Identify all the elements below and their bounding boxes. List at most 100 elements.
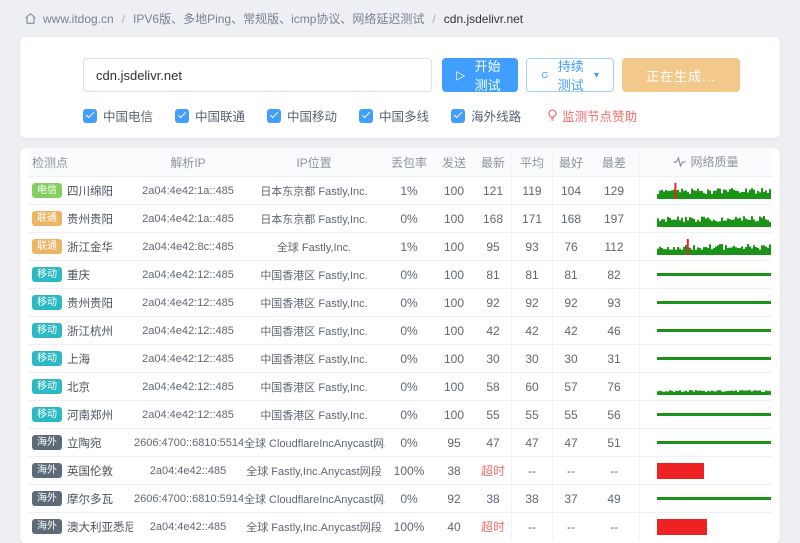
city-label: 浙江金华 — [67, 242, 113, 254]
continuous-test-button[interactable]: 持续测试 ▾ — [526, 58, 614, 92]
node-cell: 移动北京 — [28, 373, 133, 401]
latency-line — [657, 329, 771, 332]
sent-cell: 100 — [433, 401, 475, 429]
table-row: 移动贵州贵阳2a04:4e42:12::485中国香港区 Fastly,Inc.… — [28, 289, 772, 317]
loss-cell: 0% — [385, 401, 433, 429]
node-cell: 海外澳大利亚悉尼 — [28, 513, 133, 541]
quality-sparkline — [641, 374, 771, 399]
checkbox-label: 中国移动 — [287, 106, 337, 125]
table-row: 电信四川绵阳2a04:4e42:1a::485日本东京都 Fastly,Inc.… — [28, 177, 772, 205]
line-checkbox[interactable]: 海外线路 — [451, 106, 521, 125]
quality-sparkline — [641, 234, 771, 259]
line-checkbox[interactable]: 中国移动 — [267, 106, 337, 125]
node-cell: 电信四川绵阳 — [28, 177, 133, 205]
breadcrumb-target: cdn.jsdelivr.net — [444, 12, 523, 26]
city-label: 立陶宛 — [67, 438, 102, 450]
latest-cell: 42 — [475, 317, 512, 345]
start-test-button[interactable]: ▷ 开始测试 — [442, 58, 518, 92]
city-label: 浙江杭州 — [67, 326, 113, 338]
line-checkbox[interactable]: 中国联通 — [175, 106, 245, 125]
target-input[interactable] — [83, 58, 432, 92]
sponsor-link[interactable]: 监测节点赞助 — [547, 106, 637, 125]
generating-button[interactable]: 正在生成... — [622, 58, 740, 92]
sent-cell: 100 — [433, 261, 475, 289]
breadcrumb-separator: / — [432, 12, 435, 26]
city-label: 英国伦敦 — [67, 466, 113, 478]
breadcrumb-site[interactable]: www.itdog.cn — [43, 12, 114, 26]
ip-cell: 2a04:4e42:12::485 — [133, 345, 243, 373]
best-cell: -- — [553, 513, 590, 541]
home-icon — [24, 12, 37, 25]
location-cell: 中国香港区 Fastly,Inc. — [243, 289, 385, 317]
col-header: 最差 — [589, 148, 640, 177]
carrier-badge: 移动 — [32, 267, 62, 282]
latest-cell: 92 — [475, 289, 512, 317]
sent-cell: 100 — [433, 373, 475, 401]
latency-line — [657, 497, 771, 500]
carrier-badge: 移动 — [32, 323, 62, 338]
worst-cell: 51 — [589, 429, 640, 457]
node-cell: 海外英国伦敦 — [28, 457, 133, 485]
worst-cell: 31 — [589, 345, 640, 373]
worst-cell: 56 — [589, 401, 640, 429]
quality-cell — [640, 485, 773, 513]
checkbox-checked-icon[interactable] — [267, 109, 281, 123]
line-checkbox[interactable]: 中国多线 — [359, 106, 429, 125]
quality-sparkline — [641, 290, 771, 315]
sent-cell: 38 — [433, 457, 475, 485]
latest-cell: 38 — [475, 485, 512, 513]
checkbox-checked-icon[interactable] — [175, 109, 189, 123]
checkbox-checked-icon[interactable] — [83, 109, 97, 123]
line-checkbox[interactable]: 中国电信 — [83, 106, 153, 125]
location-cell: 全球 Fastly,Inc.Anycast网段 — [243, 513, 385, 541]
sent-cell: 92 — [433, 485, 475, 513]
breadcrumb-separator: / — [122, 12, 125, 26]
checkbox-checked-icon[interactable] — [359, 109, 373, 123]
location-cell: 中国香港区 Fastly,Inc. — [243, 317, 385, 345]
worst-cell: 82 — [589, 261, 640, 289]
ip-cell: 2a04:4e42:12::485 — [133, 401, 243, 429]
sent-cell: 100 — [433, 317, 475, 345]
control-row: ▷ 开始测试 持续测试 ▾ 正在生成... — [83, 58, 740, 92]
carrier-badge: 移动 — [32, 351, 62, 366]
quality-sparkline — [641, 486, 771, 511]
ip-cell: 2a04:4e42::485 — [133, 457, 243, 485]
carrier-badge: 海外 — [32, 435, 62, 450]
table-header-row: 检测点解析IPIP位置丢包率发送最新平均最好最差网络质量 — [28, 148, 772, 177]
node-cell: 联通浙江金华 — [28, 233, 133, 261]
quality-cell — [640, 261, 773, 289]
col-header: IP位置 — [243, 148, 385, 177]
breadcrumb-path[interactable]: IPV6版、多地Ping、常规版、icmp协议、网络延迟测试 — [133, 10, 424, 27]
location-cell: 中国香港区 Fastly,Inc. — [243, 261, 385, 289]
ip-cell: 2a04:4e42:12::485 — [133, 289, 243, 317]
location-cell: 日本东京都 Fastly,Inc. — [243, 177, 385, 205]
table-row: 海外英国伦敦2a04:4e42::485全球 Fastly,Inc.Anycas… — [28, 457, 772, 485]
sent-cell: 100 — [433, 177, 475, 205]
sent-cell: 100 — [433, 233, 475, 261]
controls-card: ▷ 开始测试 持续测试 ▾ 正在生成... 中国电信 中国联通 中国移动 中国多线 海外… — [20, 37, 780, 138]
ip-cell: 2a04:4e42:12::485 — [133, 261, 243, 289]
best-cell: 47 — [553, 429, 590, 457]
avg-cell: 93 — [512, 233, 553, 261]
carrier-badge: 移动 — [32, 379, 62, 394]
location-cell: 日本东京都 Fastly,Inc. — [243, 205, 385, 233]
quality-cell — [640, 205, 773, 233]
carrier-badge: 移动 — [32, 407, 62, 422]
col-header: 发送 — [433, 148, 475, 177]
avg-cell: -- — [512, 457, 553, 485]
best-cell: 42 — [553, 317, 590, 345]
carrier-badge: 海外 — [32, 491, 62, 506]
location-cell: 中国香港区 Fastly,Inc. — [243, 345, 385, 373]
loss-cell: 0% — [385, 317, 433, 345]
table-row: 联通浙江金华2a04:4e42:8c::485全球 Fastly,Inc.1%1… — [28, 233, 772, 261]
city-label: 摩尔多瓦 — [67, 494, 113, 506]
carrier-badge: 海外 — [32, 519, 62, 534]
chevron-down-icon: ▾ — [594, 70, 599, 81]
quality-cell — [640, 401, 773, 429]
latest-cell: 121 — [475, 177, 512, 205]
ip-cell: 2a04:4e42::485 — [133, 513, 243, 541]
worst-cell: 49 — [589, 485, 640, 513]
quality-sparkline — [641, 346, 771, 371]
checkbox-checked-icon[interactable] — [451, 109, 465, 123]
results-body: 电信四川绵阳2a04:4e42:1a::485日本东京都 Fastly,Inc.… — [28, 177, 772, 541]
